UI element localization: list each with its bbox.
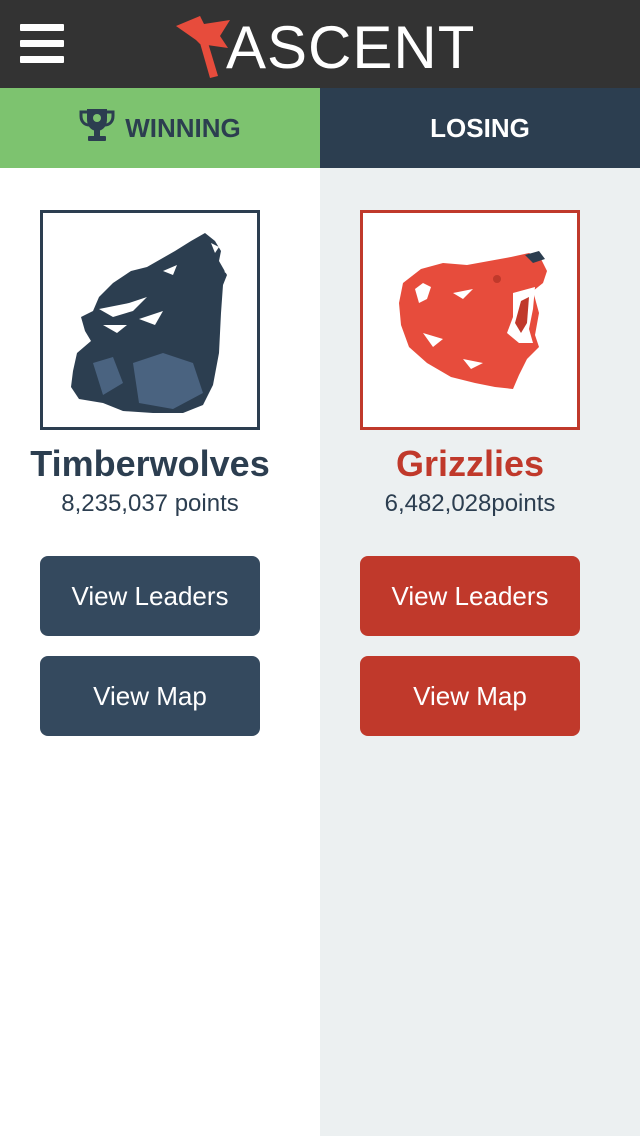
tab-winning[interactable]: WINNING [0, 88, 320, 168]
team-column-grizzlies: Grizzlies 6,482,028points View Leaders V… [320, 168, 640, 1136]
trophy-icon [79, 107, 115, 150]
team-points-value: 8,235,037 points [61, 490, 239, 517]
view-leaders-button[interactable]: View Leaders [40, 556, 260, 636]
team-points-value: 6,482,028points [384, 490, 556, 517]
tab-losing[interactable]: LOSING [320, 88, 640, 168]
wolf-icon [71, 233, 229, 413]
team-points: 6,482,028points [320, 490, 620, 518]
team-logo-grizzlies [360, 210, 580, 430]
flag-icon [176, 16, 230, 78]
team-logo-timberwolves [40, 210, 260, 430]
app-title: ASCENT [226, 14, 476, 81]
hamburger-menu-icon[interactable] [20, 24, 64, 64]
tab-losing-label: LOSING [430, 112, 530, 143]
team-name: Timberwolves [30, 443, 270, 484]
tab-winning-label: WINNING [125, 112, 241, 143]
tab-bar: WINNING LOSING [0, 88, 640, 168]
team-points: 8,235,037 points [0, 490, 300, 518]
view-map-button[interactable]: View Map [40, 656, 260, 736]
team-name: Grizzlies [395, 443, 545, 484]
team-column-timberwolves: Timberwolves 8,235,037 points View Leade… [0, 168, 320, 1136]
app-logo: ASCENT [170, 12, 480, 78]
view-map-button[interactable]: View Map [360, 656, 580, 736]
top-bar: ASCENT [0, 0, 640, 88]
bear-icon [399, 251, 547, 389]
view-leaders-button[interactable]: View Leaders [360, 556, 580, 636]
